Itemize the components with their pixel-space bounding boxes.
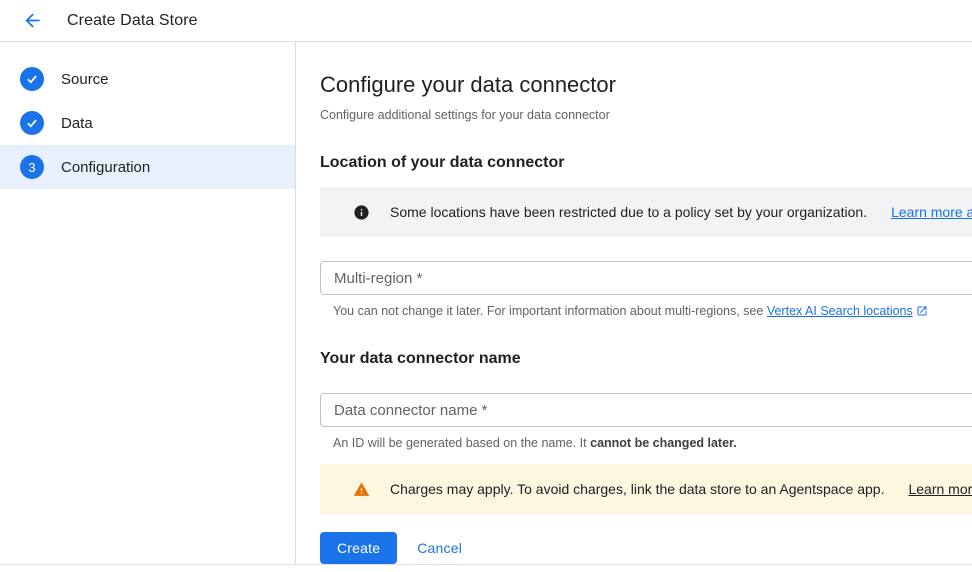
- form-actions: Create Cancel: [320, 532, 972, 564]
- check-icon: [20, 111, 44, 135]
- page-title: Create Data Store: [67, 12, 198, 30]
- info-icon: [353, 204, 370, 221]
- region-helper-text: You can not change it later. For importa…: [320, 304, 972, 318]
- charges-warning-banner: Charges may apply. To avoid charges, lin…: [320, 464, 972, 514]
- arrow-back-icon: [22, 10, 43, 31]
- step-number-badge: 3: [20, 155, 44, 179]
- data-connector-name-field[interactable]: [320, 393, 972, 427]
- name-section-heading: Your data connector name: [320, 349, 972, 369]
- content-title: Configure your data connector: [320, 71, 972, 99]
- banner-text: Charges may apply. To avoid charges, lin…: [390, 481, 884, 497]
- cancel-button[interactable]: Cancel: [417, 540, 462, 556]
- open-in-new-icon: [916, 305, 928, 317]
- main-frame: Source Data 3 Configuration Configure yo…: [0, 42, 972, 565]
- step-label: Configuration: [61, 159, 150, 176]
- name-helper-text: An ID will be generated based on the nam…: [320, 436, 972, 450]
- banner-text: Some locations have been restricted due …: [390, 204, 867, 220]
- step-configuration[interactable]: 3 Configuration: [0, 145, 295, 189]
- create-button[interactable]: Create: [320, 532, 397, 564]
- back-button[interactable]: [16, 5, 48, 37]
- step-source[interactable]: Source: [0, 57, 295, 101]
- name-helper-bold: cannot be changed later.: [590, 436, 737, 450]
- learn-more-charges-link[interactable]: Learn more: [908, 481, 972, 497]
- step-label: Source: [61, 71, 109, 88]
- content-subtitle: Configure additional settings for your d…: [320, 108, 972, 122]
- restricted-locations-banner: Some locations have been restricted due …: [320, 187, 972, 237]
- stepper-sidebar: Source Data 3 Configuration: [0, 42, 296, 564]
- warning-icon: [353, 481, 370, 498]
- step-label: Data: [61, 115, 93, 132]
- check-icon: [20, 67, 44, 91]
- learn-more-locations-link[interactable]: Learn more about: [891, 204, 972, 220]
- multi-region-field[interactable]: [320, 261, 972, 295]
- location-section-heading: Location of your data connector: [320, 153, 972, 173]
- content-area: Configure your data connector Configure …: [296, 42, 972, 564]
- step-data[interactable]: Data: [0, 101, 295, 145]
- top-app-bar: Create Data Store: [0, 0, 972, 42]
- vertex-ai-search-locations-link[interactable]: Vertex AI Search locations: [767, 304, 928, 318]
